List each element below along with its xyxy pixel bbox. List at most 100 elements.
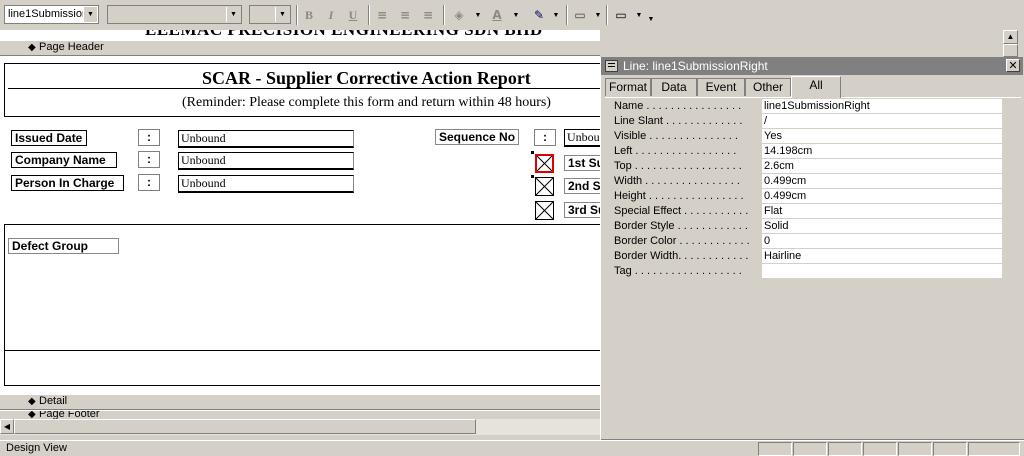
toolbar-options-icon[interactable]: ▼ [641,10,661,28]
toolbar-separator [566,5,568,25]
property-value-left[interactable]: 14.198cm [762,144,1002,158]
property-value-line-slant[interactable]: / [762,114,1002,128]
property-row[interactable]: Line Slant . . . . . . . . . . . . . / [612,114,1002,129]
property-row[interactable]: Width . . . . . . . . . . . . . . . . 0.4… [612,174,1002,189]
reminder-text[interactable]: (Reminder: Please complete this form and… [182,95,551,111]
property-row[interactable]: Name . . . . . . . . . . . . . . . . line… [612,99,1002,114]
property-value-border-color[interactable]: 0 [762,234,1002,248]
chevron-down-icon[interactable]: ▼ [588,6,608,24]
chevron-down-icon[interactable]: ▼ [83,7,97,22]
tab-format[interactable]: Format [605,78,651,96]
property-value-border-width[interactable]: Hairline [762,249,1002,263]
scroll-up-arrow-icon[interactable]: ▲ [1003,30,1018,44]
section-arrow-icon: ◆ [28,396,36,407]
defect-section-line[interactable] [4,350,600,351]
property-value-special-effect[interactable]: Flat [762,204,1002,218]
property-sheet-icon [605,60,618,72]
property-row[interactable]: Visible . . . . . . . . . . . . . . . Yes [612,129,1002,144]
submission-3-line-box[interactable] [535,201,554,220]
issued-date-field[interactable]: Unbound [178,130,354,148]
detail-label: Detail [39,395,68,407]
page-header-section-bar[interactable]: ◆ Page Header [0,40,600,56]
fill-color-button[interactable]: ◈ [449,6,469,24]
object-combo[interactable]: line1Submission ▼ [4,5,99,24]
align-left-button[interactable]: ≡ [372,6,392,24]
sequence-no-label[interactable]: Sequence No [435,129,519,145]
italic-button[interactable]: I [321,6,341,24]
tab-other[interactable]: Other [745,78,791,96]
font-size-combo[interactable]: ▼ [249,5,291,24]
section-arrow-icon: ◆ [28,42,36,53]
property-row[interactable]: Left . . . . . . . . . . . . . . . . . 14… [612,144,1002,159]
sequence-no-field[interactable]: Unbou [564,129,600,147]
person-in-charge-field[interactable]: Unbound [178,175,354,193]
property-row[interactable]: Height . . . . . . . . . . . . . . . . 0.… [612,189,1002,204]
bottom-frame-line[interactable] [4,385,600,386]
chevron-down-icon[interactable]: ▼ [468,6,488,24]
submission-2-line-box[interactable] [535,177,554,196]
selection-handle[interactable] [531,151,534,154]
property-row[interactable]: Border Style . . . . . . . . . . . . Soli… [612,219,1002,234]
issued-date-label[interactable]: Issued Date [11,130,87,146]
person-in-charge-colon[interactable]: : [138,174,160,191]
toolbar-separator [443,5,445,25]
horizontal-scroll-thumb[interactable] [14,419,476,434]
chevron-down-icon[interactable]: ▼ [506,6,526,24]
selection-handle[interactable] [531,175,534,178]
report-design-surface[interactable]: EEEMAC PRECISION ENGINEERING SDN BHD ◆ P… [0,30,600,435]
align-center-button[interactable]: ≡ [395,6,415,24]
toolbar-separator [606,5,608,25]
property-value-height[interactable]: 0.499cm [762,189,1002,203]
underline-button[interactable]: U [343,6,363,24]
property-row[interactable]: Special Effect . . . . . . . . . . . Flat [612,204,1002,219]
company-name-text[interactable]: EEEMAC PRECISION ENGINEERING SDN BHD [145,30,543,40]
property-row[interactable]: Border Width. . . . . . . . . . . . Hairl… [612,249,1002,264]
tab-data[interactable]: Data [651,78,697,96]
vertical-scroll-thumb[interactable] [1003,44,1018,57]
property-row[interactable]: Border Color . . . . . . . . . . . .0 [612,234,1002,249]
special-effect-button[interactable]: ▭ [611,6,631,24]
company-name-field[interactable]: Unbound [178,152,354,170]
status-panel [933,442,967,456]
company-name-label[interactable]: Company Name [11,152,117,168]
vertical-scrollbar[interactable]: ▲ [1003,30,1018,57]
border-width-button[interactable]: ▭ [570,6,590,24]
submission-3-label[interactable]: 3rd Su [564,202,600,218]
left-frame-line[interactable] [4,224,5,386]
toolbar-separator [368,5,370,25]
close-icon[interactable]: ✕ [1006,59,1020,72]
property-value-name[interactable]: line1SubmissionRight [762,99,1002,113]
font-color-button[interactable]: A [487,6,507,24]
property-value-width[interactable]: 0.499cm [762,174,1002,188]
property-value-border-style[interactable]: Solid [762,219,1002,233]
header-separator-line[interactable] [4,224,600,225]
status-panel [828,442,862,456]
property-value-top[interactable]: 2.6cm [762,159,1002,173]
detail-section-bar[interactable]: ◆ Detail [0,394,600,410]
company-name-colon[interactable]: : [138,151,160,168]
chevron-down-icon[interactable]: ▼ [226,7,240,22]
submission-1-line-box[interactable] [535,154,554,173]
chevron-down-icon[interactable]: ▼ [275,7,289,22]
property-sheet-titlebar[interactable]: Line: line1SubmissionRight ✕ [601,57,1023,75]
tab-all[interactable]: All [791,76,841,98]
horizontal-scrollbar[interactable]: ◀ [0,419,600,435]
defect-group-label[interactable]: Defect Group [8,238,119,254]
scroll-left-arrow-icon[interactable]: ◀ [0,419,14,434]
sequence-no-colon[interactable]: : [534,129,556,146]
report-title[interactable]: SCAR - Supplier Corrective Action Report [202,68,531,89]
person-in-charge-label[interactable]: Person In Charge [11,175,124,191]
submission-1-label[interactable]: 1st Su [564,155,600,171]
submission-2-label[interactable]: 2nd S [564,178,600,194]
tab-event[interactable]: Event [697,78,745,96]
align-right-button[interactable]: ≡ [418,6,438,24]
property-row[interactable]: Tag . . . . . . . . . . . . . . . . . . [612,264,1002,279]
property-row[interactable]: Top . . . . . . . . . . . . . . . . . .2… [612,159,1002,174]
status-panel [968,442,1020,456]
property-value-tag[interactable] [762,264,1002,278]
font-name-combo[interactable]: ▼ [107,5,242,24]
chevron-down-icon[interactable]: ▼ [546,6,566,24]
issued-date-colon[interactable]: : [138,129,160,146]
property-value-visible[interactable]: Yes [762,129,1002,143]
bold-button[interactable]: B [299,6,319,24]
